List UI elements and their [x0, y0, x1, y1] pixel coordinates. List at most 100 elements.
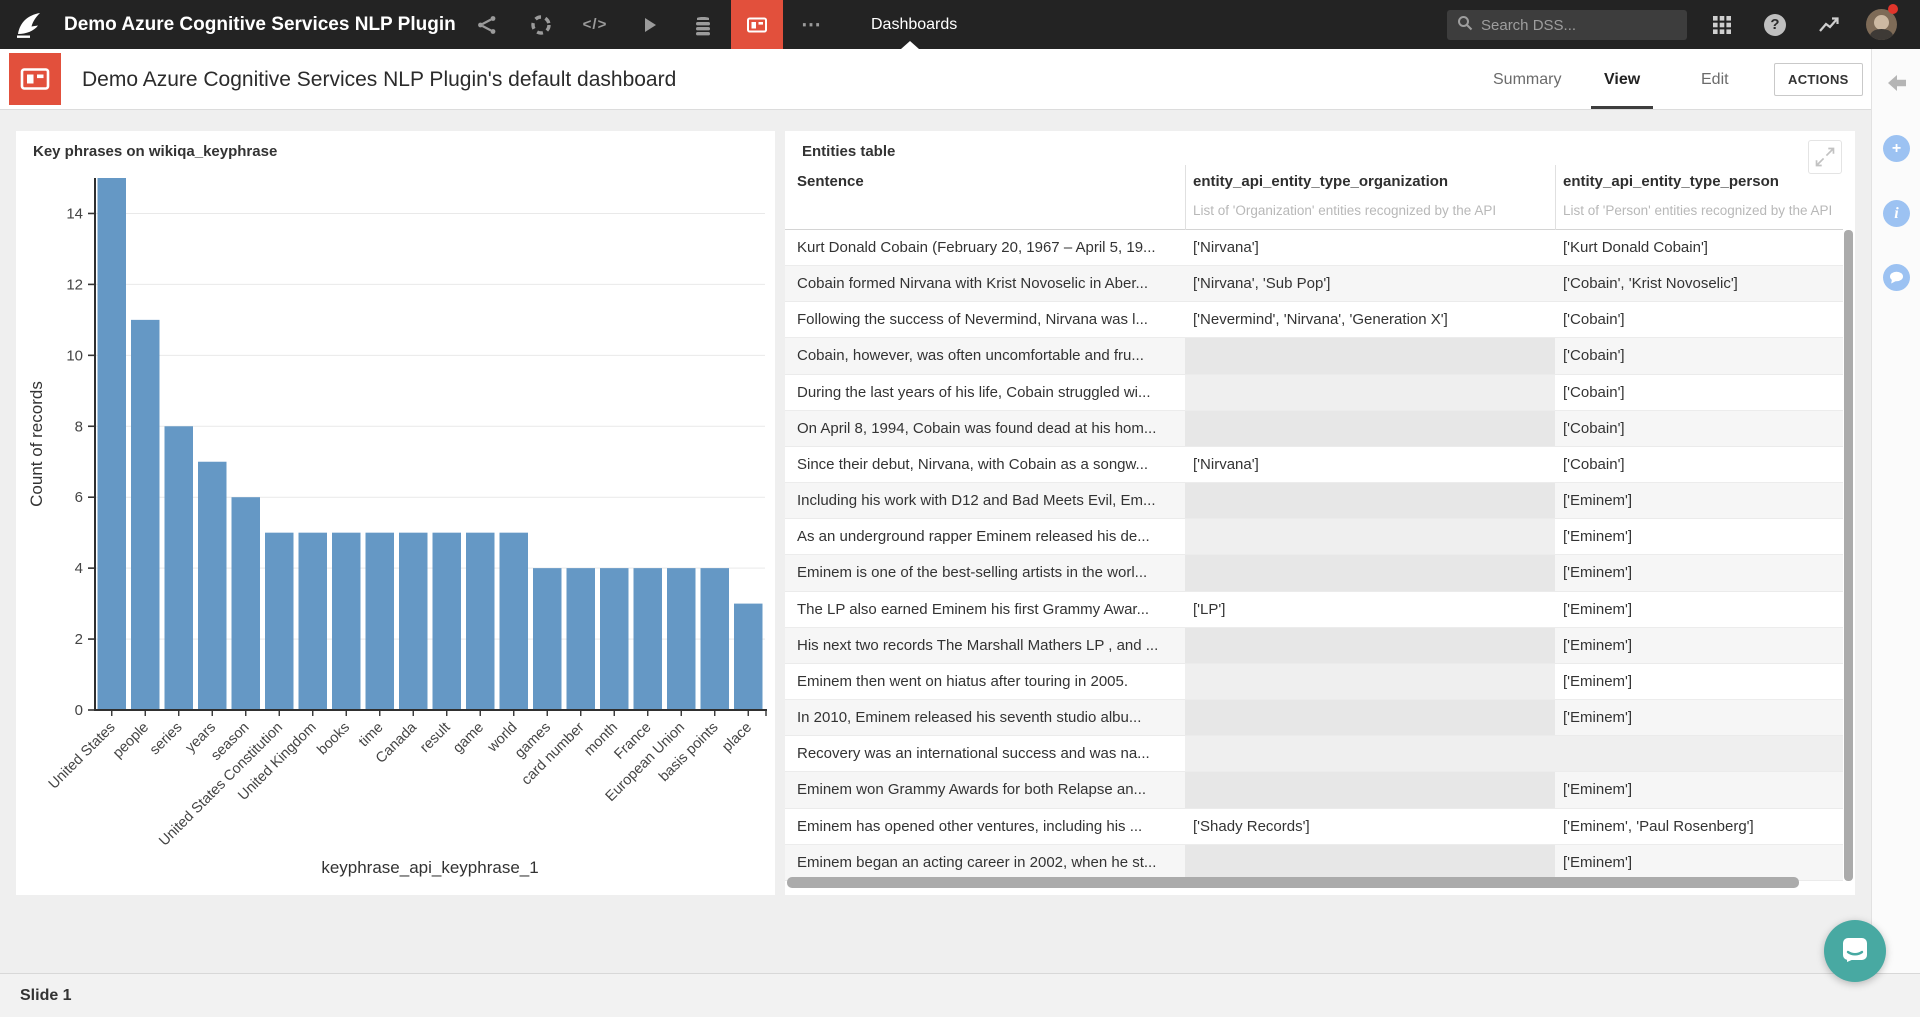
cell-person: ['Eminem']: [1555, 519, 1843, 554]
collapse-panel-arrow-icon[interactable]: [1885, 71, 1909, 100]
page-title: Demo Azure Cognitive Services NLP Plugin…: [82, 49, 676, 110]
cell-organization: [1185, 845, 1555, 880]
right-rail: + i: [1871, 49, 1920, 973]
dashboards-icon[interactable]: [731, 0, 783, 49]
svg-text:books: books: [314, 720, 353, 759]
help-icon[interactable]: ?: [1755, 0, 1795, 49]
table-row: On April 8, 1994, Cobain was found dead …: [785, 411, 1843, 447]
slide-tab[interactable]: Slide 1: [20, 974, 72, 1017]
cell-organization: [1185, 483, 1555, 518]
lab-circle-icon[interactable]: [521, 0, 561, 49]
table-insight-panel: Entities table Sentence entity_api_entit…: [785, 131, 1855, 895]
table-row: Cobain, however, was often uncomfortable…: [785, 338, 1843, 374]
tab-edit[interactable]: Edit: [1701, 49, 1729, 109]
info-button[interactable]: i: [1883, 200, 1910, 227]
cell-organization: ['Nirvana', 'Sub Pop']: [1185, 266, 1555, 301]
svg-text:8: 8: [75, 418, 83, 435]
cell-sentence: As an underground rapper Eminem released…: [785, 519, 1185, 554]
comments-button[interactable]: [1883, 264, 1910, 291]
table-row: During the last years of his life, Cobai…: [785, 375, 1843, 411]
table-row: Eminem has opened other ventures, includ…: [785, 809, 1843, 845]
cell-sentence: Eminem is one of the best-selling artist…: [785, 555, 1185, 590]
table-row: Eminem is one of the best-selling artist…: [785, 555, 1843, 591]
flow-icon[interactable]: [467, 0, 507, 49]
cell-person: ['Cobain']: [1555, 302, 1843, 337]
cell-sentence: Kurt Donald Cobain (February 20, 1967 – …: [785, 230, 1185, 265]
cell-person: ['Cobain']: [1555, 411, 1843, 446]
table-row: Including his work with D12 and Bad Meet…: [785, 483, 1843, 519]
cell-organization: [1185, 375, 1555, 410]
cell-organization: [1185, 700, 1555, 735]
cell-sentence: Eminem began an acting career in 2002, w…: [785, 845, 1185, 880]
cell-person: ['Cobain']: [1555, 375, 1843, 410]
top-navbar: Demo Azure Cognitive Services NLP Plugin…: [0, 0, 1920, 49]
cell-organization: [1185, 338, 1555, 373]
cell-person: ['Eminem']: [1555, 592, 1843, 627]
app-root: Demo Azure Cognitive Services NLP Plugin…: [0, 0, 1920, 1017]
table-row: His next two records The Marshall Mather…: [785, 628, 1843, 664]
table-row: Cobain formed Nirvana with Krist Novosel…: [785, 266, 1843, 302]
cell-organization: ['Nirvana']: [1185, 447, 1555, 482]
run-jobs-icon[interactable]: [629, 0, 669, 49]
cell-person: ['Eminem']: [1555, 628, 1843, 663]
slides-bar: Slide 1: [0, 973, 1920, 1017]
tab-summary[interactable]: Summary: [1493, 49, 1561, 109]
column-header-sentence[interactable]: Sentence: [797, 173, 864, 190]
table-body: Kurt Donald Cobain (February 20, 1967 – …: [785, 230, 1843, 881]
bar-chart[interactable]: 02468101214United Statespeopleseriesyear…: [16, 131, 775, 895]
cell-person: ['Eminem']: [1555, 772, 1843, 807]
svg-text:10: 10: [66, 347, 83, 364]
svg-text:keyphrase_api_keyphrase_1: keyphrase_api_keyphrase_1: [321, 858, 538, 877]
search-box[interactable]: [1447, 10, 1687, 40]
column-header-organization[interactable]: entity_api_entity_type_organization: [1193, 173, 1448, 190]
table-header: Sentence entity_api_entity_type_organiza…: [785, 165, 1843, 230]
svg-text:result: result: [417, 720, 453, 756]
cell-organization: [1185, 411, 1555, 446]
cell-sentence: Eminem then went on hiatus after touring…: [785, 664, 1185, 699]
notification-dot: [1888, 4, 1898, 14]
cell-person: ['Eminem']: [1555, 700, 1843, 735]
svg-text:place: place: [719, 720, 755, 756]
cell-sentence: Eminem has opened other ventures, includ…: [785, 809, 1185, 844]
cell-organization: [1185, 519, 1555, 554]
more-icon[interactable]: ⋯: [791, 0, 831, 49]
dataiku-logo-icon[interactable]: [13, 9, 45, 41]
cell-organization: ['LP']: [1185, 592, 1555, 627]
stack-icon[interactable]: [683, 0, 723, 49]
code-icon[interactable]: </>: [575, 0, 615, 49]
cell-sentence: Including his work with D12 and Bad Meet…: [785, 483, 1185, 518]
tab-view[interactable]: View: [1604, 49, 1640, 109]
scrollbar-thumb[interactable]: [787, 877, 1799, 888]
apps-grid-icon[interactable]: [1702, 0, 1742, 49]
svg-text:2: 2: [75, 631, 83, 648]
cell-person: [1555, 736, 1843, 771]
actions-button[interactable]: ACTIONS: [1774, 63, 1863, 96]
cell-person: ['Cobain']: [1555, 338, 1843, 373]
add-insight-button[interactable]: +: [1883, 135, 1910, 162]
svg-text:0: 0: [75, 702, 83, 719]
horizontal-scrollbar[interactable]: [787, 877, 1827, 888]
intercom-chat-button[interactable]: [1824, 920, 1886, 982]
cell-sentence: Cobain, however, was often uncomfortable…: [785, 338, 1185, 373]
cell-organization: ['Shady Records']: [1185, 809, 1555, 844]
project-title[interactable]: Demo Azure Cognitive Services NLP Plugin: [64, 0, 456, 49]
svg-text:Count of records: Count of records: [27, 381, 46, 507]
cell-person: ['Eminem', 'Paul Rosenberg']: [1555, 809, 1843, 844]
dashboard-badge-icon: [9, 53, 61, 105]
cell-organization: [1185, 628, 1555, 663]
svg-text:14: 14: [66, 205, 83, 222]
table-row: Eminem won Grammy Awards for both Relaps…: [785, 772, 1843, 808]
search-input[interactable]: [1481, 17, 1661, 34]
cell-organization: ['Nevermind', 'Nirvana', 'Generation X']: [1185, 302, 1555, 337]
column-subtitle-person: List of 'Person' entities recognized by …: [1563, 203, 1832, 218]
cell-sentence: During the last years of his life, Cobai…: [785, 375, 1185, 410]
svg-text:6: 6: [75, 489, 83, 506]
activity-trend-icon[interactable]: [1809, 0, 1849, 49]
table-row: Since their debut, Nirvana, with Cobain …: [785, 447, 1843, 483]
vertical-scrollbar[interactable]: [1844, 230, 1853, 881]
cell-sentence: Eminem won Grammy Awards for both Relaps…: [785, 772, 1185, 807]
cell-sentence: The LP also earned Eminem his first Gram…: [785, 592, 1185, 627]
column-header-person[interactable]: entity_api_entity_type_person: [1563, 173, 1779, 190]
table-row: Eminem began an acting career in 2002, w…: [785, 845, 1843, 881]
cell-person: ['Eminem']: [1555, 664, 1843, 699]
